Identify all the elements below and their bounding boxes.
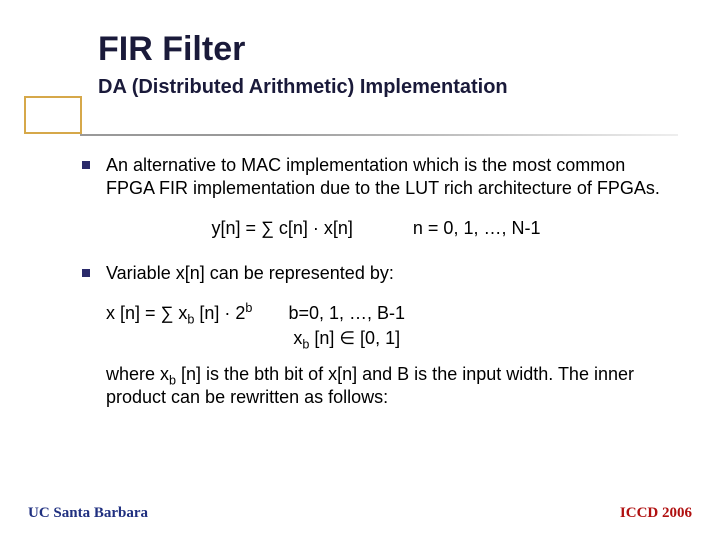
eq-text: x [293,328,302,348]
page-subtitle: DA (Distributed Arithmetic) Implementati… [98,76,508,99]
equation-b-range: b=0, 1, …, B-1 xb [n] ∈ [0, 1] [288,302,405,349]
eq-line: xb [n] ∈ [0, 1] [293,327,400,350]
eq-text: [n] ∈ [0, 1] [309,328,400,348]
equation-row-2: x [n] = ∑ xb [n] · 2b b=0, 1, …, B-1 xb … [106,302,670,349]
closing-paragraph: where xb [n] is the bth bit of x[n] and … [106,363,670,408]
equation-y: y[n] = ∑ c[n] · x[n] [212,217,353,240]
eq-sup: b [245,301,252,315]
para-text: [n] is the bth bit of x[n] and B is the … [106,364,634,407]
bullet-item: Variable x[n] can be represented by: [82,262,670,285]
slide: FIR Filter DA (Distributed Arithmetic) I… [0,0,720,540]
body-content: An alternative to MAC implementation whi… [82,154,670,408]
eq-text: x [n] = ∑ x [106,303,187,323]
title-underline-icon [80,134,678,136]
footer-right: ICCD 2006 [620,505,692,522]
eq-text: [n] · 2 [194,303,245,323]
footer: UC Santa Barbara ICCD 2006 [28,505,692,522]
eq-line: b=0, 1, …, B-1 [288,302,405,325]
equation-row-1: y[n] = ∑ c[n] · x[n] n = 0, 1, …, N-1 [82,217,670,240]
equation-n-range: n = 0, 1, …, N-1 [413,217,541,240]
bullet-icon [82,161,90,169]
footer-left: UC Santa Barbara [28,505,148,522]
accent-box-icon [24,96,82,134]
bullet-icon [82,269,90,277]
page-title: FIR Filter [98,30,245,69]
para-sub: b [169,374,176,388]
bullet-item: An alternative to MAC implementation whi… [82,154,670,199]
bullet-text: Variable x[n] can be represented by: [106,262,670,285]
equation-x: x [n] = ∑ xb [n] · 2b [106,302,252,325]
para-text: where x [106,364,169,384]
bullet-text: An alternative to MAC implementation whi… [106,154,670,199]
